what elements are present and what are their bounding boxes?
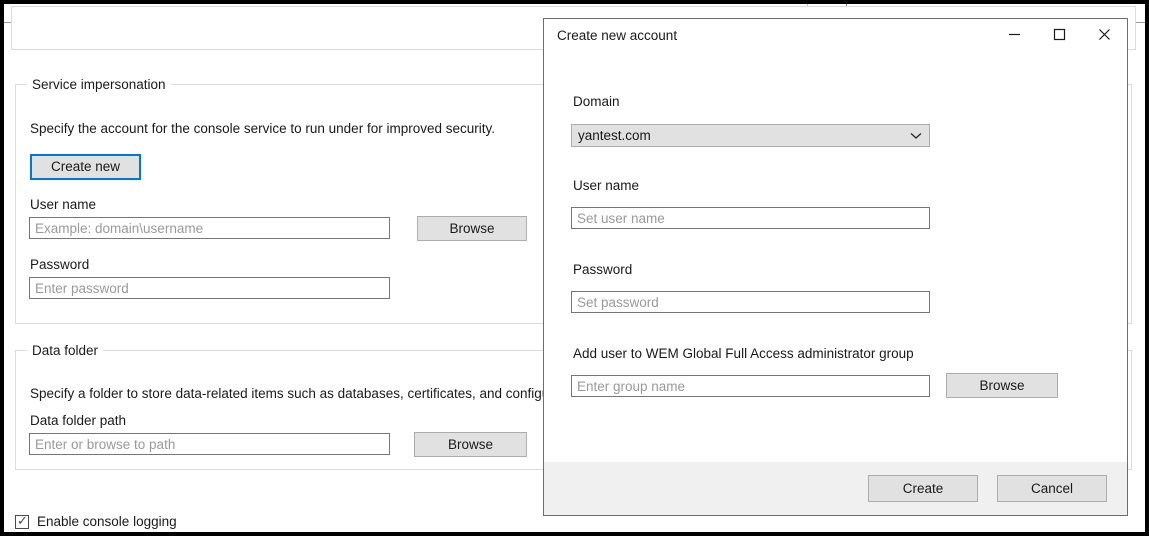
close-button[interactable] (1082, 19, 1127, 51)
dialog-admin-group-browse-button[interactable]: Browse (946, 373, 1058, 398)
dialog-password-label: Password (573, 262, 632, 277)
dialog-title-bar[interactable]: Create new account (544, 19, 1127, 52)
cancel-button[interactable]: Cancel (997, 475, 1107, 502)
create-button[interactable]: Create (868, 475, 978, 502)
service-impersonation-legend: Service impersonation (27, 76, 171, 93)
dialog-body: Domain yantest.com User name Password Ad… (544, 52, 1127, 462)
service-impersonation-description: Specify the account for the console serv… (30, 121, 495, 136)
close-icon (1098, 28, 1111, 43)
dialog-domain-label: Domain (573, 94, 620, 109)
minimize-button[interactable] (992, 19, 1037, 51)
minimize-icon (1008, 28, 1021, 43)
create-new-account-dialog: Create new account (543, 18, 1128, 516)
data-folder-path-label: Data folder path (30, 413, 126, 428)
dialog-title: Create new account (557, 28, 677, 43)
chevron-down-icon (903, 132, 929, 140)
data-folder-path-input[interactable] (29, 433, 390, 455)
dialog-user-name-label: User name (573, 178, 639, 193)
data-folder-legend: Data folder (27, 342, 103, 359)
service-password-label: Password (30, 257, 89, 272)
service-user-name-browse-button[interactable]: Browse (417, 216, 527, 241)
dialog-footer: Create Cancel (544, 462, 1127, 515)
service-user-name-input[interactable] (29, 217, 390, 239)
dialog-user-name-input[interactable] (571, 207, 930, 229)
domain-combobox[interactable]: yantest.com (571, 124, 930, 147)
dialog-admin-group-label: Add user to WEM Global Full Access admin… (573, 346, 914, 361)
dialog-password-input[interactable] (571, 291, 930, 313)
data-folder-description: Specify a folder to store data-related i… (30, 386, 554, 401)
checkbox-checked-icon: ✓ (15, 515, 29, 529)
dialog-admin-group-input[interactable] (571, 375, 930, 397)
maximize-icon (1053, 28, 1066, 43)
checkmark-glyph: ✓ (17, 514, 28, 528)
app-window: Service impersonation Specify the accoun… (0, 0, 1149, 536)
maximize-button[interactable] (1037, 19, 1082, 51)
enable-console-logging-label: Enable console logging (37, 514, 177, 529)
data-folder-browse-button[interactable]: Browse (414, 432, 527, 457)
domain-selected-value: yantest.com (572, 128, 903, 143)
enable-console-logging-checkbox[interactable]: ✓ Enable console logging (15, 514, 177, 529)
service-password-input[interactable] (29, 277, 390, 299)
service-user-name-label: User name (30, 197, 96, 212)
create-new-button[interactable]: Create new (30, 154, 141, 180)
